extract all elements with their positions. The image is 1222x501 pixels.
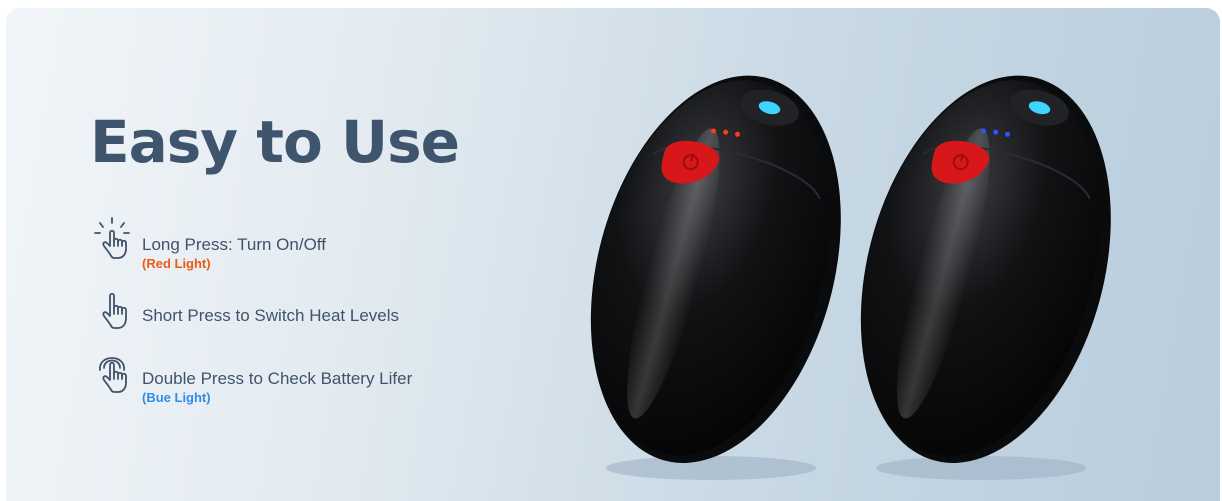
tap-finger-icon — [90, 286, 136, 332]
red-light-note: (Red Light) — [142, 256, 211, 271]
hand-warmer-blue-indicators — [836, 53, 1126, 493]
hand-warmer-red-indicators — [566, 53, 856, 493]
feature-long-press: Long Press: Turn On/Off (Red Light) — [90, 216, 326, 272]
feature-short-press: Short Press to Switch Heat Levels — [90, 286, 399, 332]
feature-label: Short Press to Switch Heat Levels — [142, 306, 400, 325]
feature-label: Long Press: Turn On/Off — [142, 235, 326, 254]
page-title: Easy to Use — [90, 108, 460, 176]
double-tap-icon — [90, 350, 136, 396]
feature-double-press: Double Press to Check Battery Lifer (Bue… — [90, 350, 412, 406]
feature-banner: Easy to Use Long Press: Turn On/Off (Red… — [6, 8, 1220, 501]
blue-light-note: (Bue Light) — [142, 390, 211, 405]
tap-glow-icon — [90, 216, 136, 262]
feature-label: Double Press to Check Battery Lifer — [142, 369, 413, 388]
